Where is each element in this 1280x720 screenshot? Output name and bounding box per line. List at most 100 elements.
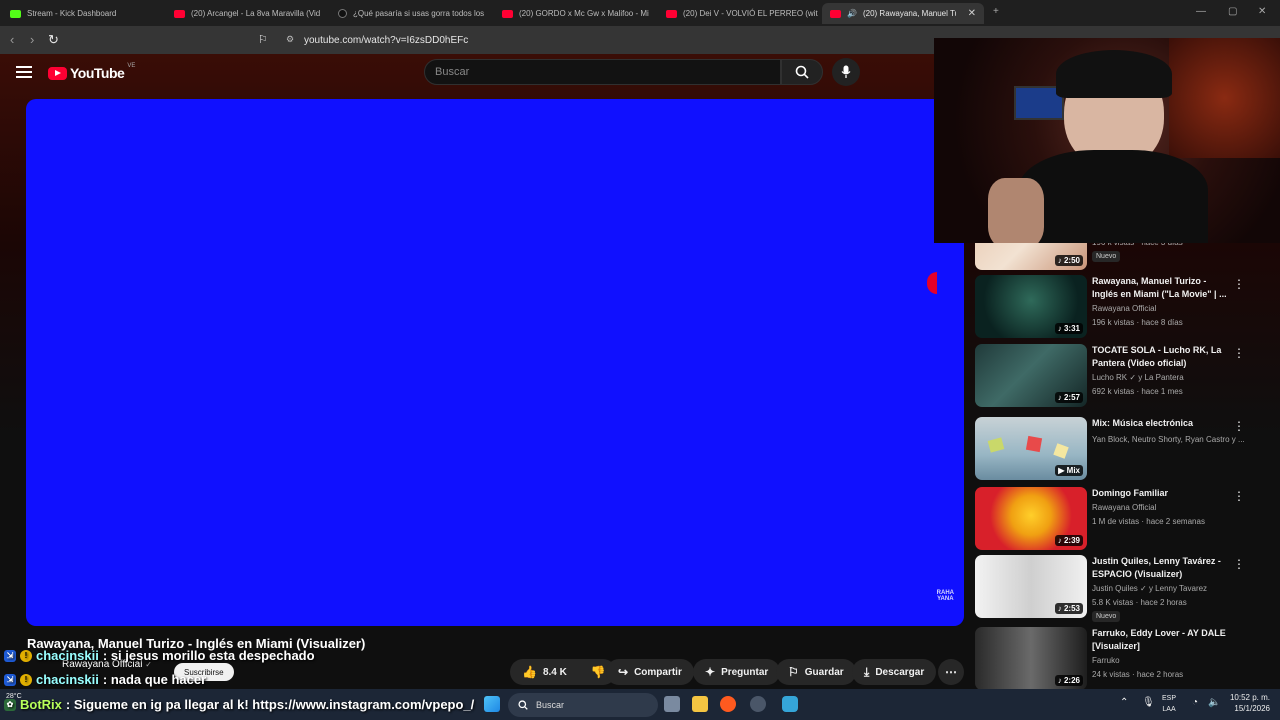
maximize-icon[interactable]: ▢ (1228, 6, 1237, 17)
video-title[interactable]: Farruko, Eddy Lover - AY DALE [Visualize… (1092, 627, 1232, 653)
video-title[interactable]: Domingo Familiar (1092, 487, 1232, 500)
chat-username: chacinskii (36, 672, 99, 687)
tab-label: Stream - Kick Dashboard (27, 9, 117, 18)
video-player[interactable]: RAHA YANA (26, 99, 964, 626)
browser-tab[interactable]: ¿Qué pasaría si usas gorra todos los (330, 3, 490, 24)
tray-chevron-icon[interactable]: ⌃ (1120, 697, 1128, 708)
duration-text: 3:31 (1063, 324, 1080, 333)
forward-arrow-icon[interactable]: › (30, 32, 34, 47)
task-view-icon[interactable] (664, 696, 680, 712)
keyboard-language[interactable]: ESP LAA (1162, 693, 1176, 715)
lang-bottom: LAA (1162, 706, 1176, 713)
video-thumbnail[interactable]: ♪ 2:57 (975, 344, 1087, 407)
tiktok-favicon-icon (338, 9, 347, 18)
channel-name[interactable]: Rawayana Official (1092, 304, 1156, 313)
search-button[interactable] (781, 59, 823, 85)
search-icon (518, 700, 528, 710)
minimize-icon[interactable]: — (1196, 6, 1206, 17)
brave-browser-icon[interactable] (720, 696, 736, 712)
tab-label: (20) GORDO x Mc Gw x Malifoo - Mi (519, 9, 649, 18)
taskbar-search-label: Buscar (536, 700, 565, 710)
reload-icon[interactable]: ↻ (48, 32, 59, 48)
search-input[interactable] (424, 59, 781, 85)
voice-search-button[interactable] (832, 58, 860, 86)
country-code: VE (127, 63, 136, 69)
channel-name[interactable]: Lucho RK ✓ y La Pantera (1092, 373, 1184, 382)
back-arrow-icon[interactable]: ‹ (10, 32, 14, 47)
list-item[interactable]: ♪ 3:31 Rawayana, Manuel Turizo - Inglés … (975, 275, 1275, 343)
more-actions-button[interactable]: ⋯ (938, 659, 964, 685)
video-thumbnail[interactable]: ▶ Mix (975, 417, 1087, 480)
download-label: Descargar (875, 666, 925, 678)
list-item[interactable]: ♪ 2:57 TOCATE SOLA - Lucho RK, La Panter… (975, 344, 1275, 412)
wifi-icon[interactable]: ◔ (1192, 697, 1198, 708)
video-title[interactable]: Rawayana, Manuel Turizo - Inglés en Miam… (1092, 275, 1232, 301)
browser-tab-active[interactable]: 🔊 (20) Rawayana, Manuel Turizo ✕ (822, 3, 984, 24)
url-text: youtube.com/watch?v=I6zsDD0hEFc (304, 34, 469, 46)
browser-tab[interactable]: Stream - Kick Dashboard (2, 3, 162, 24)
chat-username: BotRix (20, 697, 62, 712)
microphone-icon[interactable]: 🎙 (1142, 697, 1155, 708)
browser-tab[interactable]: (20) Arcangel - La 8va Maravilla (Vid (166, 3, 326, 24)
channel-name[interactable]: Justin Quiles ✓ y Lenny Tavarez (1092, 584, 1207, 593)
channel-name[interactable]: Rawayana Official (1092, 503, 1156, 512)
webcam-overlay (934, 38, 1280, 243)
browser-tab[interactable]: (20) Dei V - VOLVIÓ EL PERREO (with (658, 3, 818, 24)
thumbnail-decoration (987, 437, 1005, 453)
webcam-cap (1056, 50, 1172, 98)
chat-badge-icon: ! (20, 649, 32, 662)
more-options-icon[interactable]: ⋮ (1233, 277, 1245, 291)
youtube-logo[interactable]: YouTube VE (48, 63, 136, 81)
list-item[interactable]: ♪ 2:26 Farruko, Eddy Lover - AY DALE [Vi… (975, 627, 1275, 689)
chat-message: ⇲ ! chacinskii : si jesus morillo esta d… (4, 648, 315, 663)
more-options-icon[interactable]: ⋮ (1233, 489, 1245, 503)
like-count[interactable]: 8.4 K (543, 667, 567, 678)
video-title[interactable]: TOCATE SOLA - Lucho RK, La Pantera (Vide… (1092, 344, 1232, 370)
share-button[interactable]: ↪ Compartir (606, 659, 694, 685)
list-item[interactable]: ♪ 2:53 Justin Quiles, Lenny Tavárez - ES… (975, 555, 1275, 623)
bookmark-icon[interactable]: ⚐ (258, 33, 268, 46)
site-info-icon[interactable]: ⚙ (286, 34, 294, 45)
video-thumbnail[interactable]: ♪ 3:31 (975, 275, 1087, 338)
tab-label: (20) Arcangel - La 8va Maravilla (Vid (191, 9, 321, 18)
download-button[interactable]: ⤓ Descargar (852, 659, 937, 685)
more-options-icon[interactable]: ⋮ (1233, 346, 1245, 360)
video-thumbnail[interactable]: ♪ 2:53 (975, 555, 1087, 618)
chat-badge-icon: ⇲ (4, 649, 16, 662)
close-window-icon[interactable]: ✕ (1258, 6, 1266, 17)
list-item[interactable]: ♪ 2:39 Domingo Familiar Rawayana Officia… (975, 487, 1275, 555)
close-tab-icon[interactable]: ✕ (968, 8, 976, 19)
taskbar-search[interactable]: Buscar (508, 693, 658, 717)
video-thumbnail[interactable]: ♪ 2:39 (975, 487, 1087, 550)
new-tab-icon[interactable]: + (993, 6, 999, 17)
app-icon[interactable] (750, 696, 766, 712)
more-options-icon[interactable]: ⋮ (1233, 557, 1245, 571)
browser-tab[interactable]: (20) GORDO x Mc Gw x Malifoo - Mi (494, 3, 654, 24)
youtube-favicon-icon (174, 9, 185, 18)
volume-icon[interactable]: 🔈 (1208, 697, 1220, 708)
url-field[interactable]: ⚙ youtube.com/watch?v=I6zsDD0hEFc (282, 29, 922, 51)
thumbs-up-icon[interactable]: 👍 (522, 665, 537, 679)
duration-badge: ♪ 2:53 (1054, 603, 1083, 614)
webcam-background-light (1169, 38, 1280, 158)
list-item[interactable]: ▶ Mix Mix: Música electrónica Yan Block,… (975, 417, 1275, 485)
file-explorer-icon[interactable] (692, 696, 708, 712)
more-horizontal-icon: ⋯ (945, 665, 957, 679)
video-title[interactable]: Justin Quiles, Lenny Tavárez - ESPACIO (… (1092, 555, 1232, 581)
sparkle-icon: ✦ (705, 665, 716, 679)
windows-start-icon[interactable] (484, 696, 500, 712)
save-button[interactable]: ⚐ Guardar (776, 659, 856, 685)
chat-message: ⇲ ! chacinskii : nada que hacer (4, 672, 206, 687)
video-thumbnail[interactable]: ♪ 2:26 (975, 627, 1087, 689)
channel-name[interactable]: Farruko (1092, 656, 1120, 665)
more-options-icon[interactable]: ⋮ (1233, 419, 1245, 433)
clock[interactable]: 10:52 p. m. 15/1/2026 (1230, 692, 1270, 714)
thumbs-down-icon[interactable]: 👎 (591, 665, 606, 679)
hamburger-menu-icon[interactable] (16, 66, 32, 78)
duration-text: 2:57 (1063, 393, 1080, 402)
app-icon[interactable] (782, 696, 798, 712)
video-title[interactable]: Mix: Música electrónica (1092, 417, 1232, 430)
channel-name[interactable]: Yan Block, Neutro Shorty, Ryan Castro y … (1092, 435, 1245, 444)
like-dislike-group: 👍 8.4 K 👎 (510, 659, 616, 685)
ask-button[interactable]: ✦ Preguntar (693, 659, 781, 685)
